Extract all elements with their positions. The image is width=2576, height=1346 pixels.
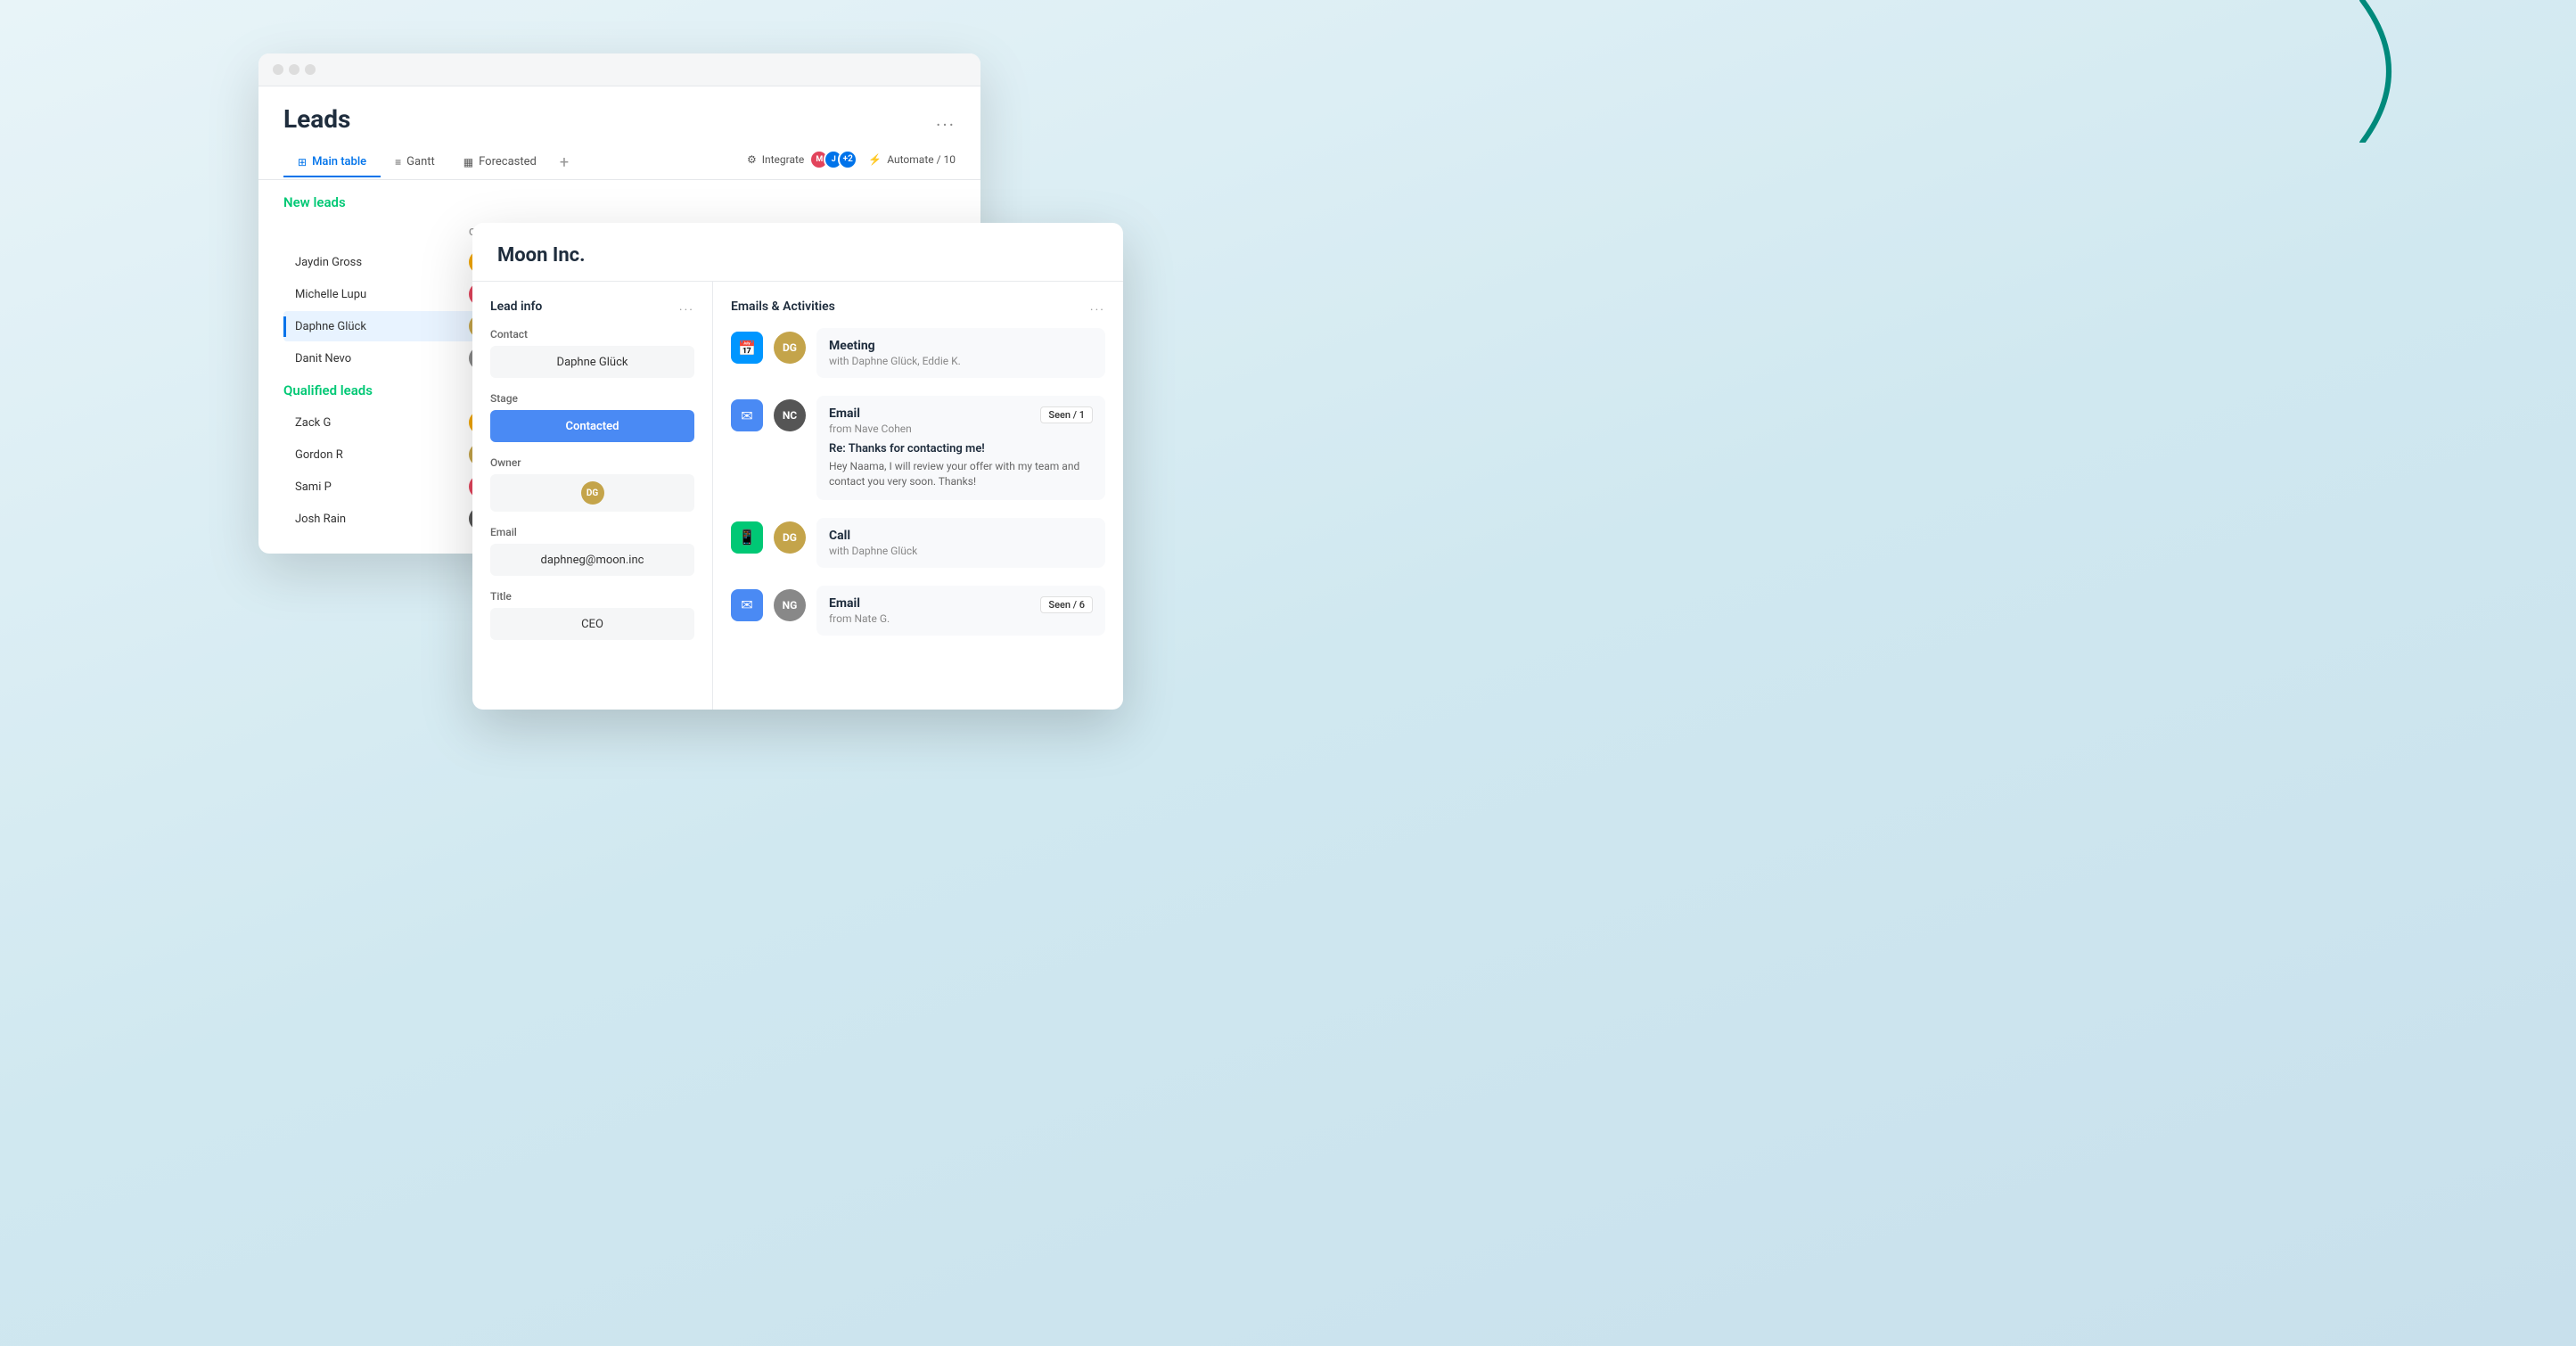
- activity-header-row: Call with Daphne Glück: [829, 529, 1093, 557]
- toolbar-right: ⚙ Integrate M J +2 ⚡ Automate / 10: [747, 150, 956, 176]
- activity-content: Call with Daphne Glück: [816, 518, 1105, 568]
- automate-label: Automate / 10: [887, 153, 956, 166]
- app-header: Leads ... ⊞ Main table ≡ Gantt ▦ Forecas…: [258, 86, 980, 180]
- integrate-icon: ⚙: [747, 153, 757, 166]
- activities-section-title: Emails & Activities: [731, 300, 835, 314]
- email-body: Re: Thanks for contacting me! Hey Naama,…: [829, 442, 1093, 489]
- activity-content: Meeting with Daphne Glück, Eddie K.: [816, 328, 1105, 378]
- row-name: Danit Nevo: [283, 349, 462, 369]
- activity-item-email-2: ✉ NG Email from Nate G. Seen / 6: [731, 586, 1105, 636]
- email-subject: Re: Thanks for contacting me!: [829, 442, 1093, 456]
- tab-forecasted[interactable]: ▦ Forecasted: [449, 148, 551, 177]
- owner-avatar: DG: [581, 481, 604, 505]
- activities-section-header: Emails & Activities ...: [731, 300, 1105, 314]
- automate-button[interactable]: ⚡ Automate / 10: [868, 153, 956, 166]
- row-name: Jaydin Gross: [283, 252, 462, 273]
- activity-item-email-1: ✉ NC Email from Nave Cohen Seen / 1 Re: …: [731, 396, 1105, 500]
- title-value[interactable]: CEO: [490, 608, 694, 640]
- activity-avatar: NG: [774, 589, 806, 621]
- user-avatars: M J +2: [815, 150, 857, 169]
- activity-type: Call: [829, 529, 917, 543]
- activity-type: Email: [829, 596, 890, 611]
- activity-avatar: DG: [774, 332, 806, 364]
- tab-forecasted-label: Forecasted: [479, 155, 537, 168]
- page-title: Leads: [283, 104, 350, 134]
- tab-add-button[interactable]: +: [551, 146, 578, 179]
- lead-info-more-button[interactable]: ...: [679, 300, 694, 314]
- row-name: Zack G: [283, 413, 462, 433]
- activity-header-row: Email from Nave Cohen Seen / 1: [829, 406, 1093, 435]
- email-value[interactable]: daphneg@moon.inc: [490, 544, 694, 576]
- tab-gantt-label: Gantt: [406, 155, 435, 168]
- activity-item-call: 📱 DG Call with Daphne Glück: [731, 518, 1105, 568]
- title-field: Title CEO: [490, 590, 694, 640]
- tab-main-table[interactable]: ⊞ Main table: [283, 148, 381, 177]
- integrate-button[interactable]: ⚙ Integrate: [747, 153, 804, 166]
- chart-icon: ▦: [464, 156, 473, 168]
- owner-field: Owner DG: [490, 456, 694, 512]
- activity-header-row: Email from Nate G. Seen / 6: [829, 596, 1093, 625]
- lead-info-section-title: Lead info: [490, 300, 542, 314]
- arc-decoration: [2237, 0, 2416, 143]
- detail-header: Moon Inc.: [472, 223, 1123, 282]
- new-leads-title: New leads: [283, 194, 956, 210]
- stage-value[interactable]: Contacted: [490, 410, 694, 442]
- stage-field: Stage Contacted: [490, 392, 694, 442]
- row-name: Michelle Lupu: [283, 284, 462, 305]
- title-label: Title: [490, 590, 694, 603]
- panel-section-header: Lead info ...: [490, 300, 694, 314]
- contact-label: Contact: [490, 328, 694, 341]
- activities-panel: Emails & Activities ... 📅 DG Meeting wit…: [713, 282, 1123, 710]
- activity-content: Email from Nave Cohen Seen / 1 Re: Thank…: [816, 396, 1105, 500]
- tab-gantt[interactable]: ≡ Gantt: [381, 148, 449, 177]
- activity-sub: with Daphne Glück, Eddie K.: [829, 355, 961, 367]
- integrate-label: Integrate: [762, 153, 805, 166]
- detail-title: Moon Inc.: [497, 244, 1098, 267]
- activity-sub: from Nave Cohen: [829, 423, 912, 435]
- contact-field: Contact Daphne Glück: [490, 328, 694, 378]
- browser-dot-1: [273, 64, 283, 75]
- detail-body: Lead info ... Contact Daphne Glück Stage…: [472, 282, 1123, 710]
- row-name: Sami P: [283, 477, 462, 497]
- email-icon: ✉: [731, 589, 763, 621]
- tabs-row: ⊞ Main table ≡ Gantt ▦ Forecasted + ⚙ In…: [283, 146, 956, 179]
- activity-sub: with Daphne Glück: [829, 545, 917, 557]
- row-name: Daphne Glück: [283, 316, 462, 337]
- seen-badge: Seen / 6: [1040, 596, 1093, 613]
- owner-value[interactable]: DG: [490, 474, 694, 512]
- col-name: [283, 223, 462, 242]
- browser-dot-2: [289, 64, 299, 75]
- activity-avatar: DG: [774, 521, 806, 554]
- stage-label: Stage: [490, 392, 694, 405]
- calendar-icon: 📅: [731, 332, 763, 364]
- more-button[interactable]: ...: [936, 109, 956, 130]
- activities-more-button[interactable]: ...: [1090, 300, 1105, 314]
- email-field: Email daphneg@moon.inc: [490, 526, 694, 576]
- browser-titlebar: [258, 53, 980, 86]
- tab-main-table-label: Main table: [312, 155, 366, 168]
- seen-badge: Seen / 1: [1040, 406, 1093, 423]
- lead-info-panel: Lead info ... Contact Daphne Glück Stage…: [472, 282, 713, 710]
- contact-value[interactable]: Daphne Glück: [490, 346, 694, 378]
- browser-dot-3: [305, 64, 316, 75]
- activity-avatar: NC: [774, 399, 806, 431]
- phone-icon: 📱: [731, 521, 763, 554]
- email-label: Email: [490, 526, 694, 538]
- gantt-icon: ≡: [395, 156, 401, 168]
- detail-panel: Moon Inc. Lead info ... Contact Daphne G…: [472, 223, 1123, 710]
- email-icon: ✉: [731, 399, 763, 431]
- email-text: Hey Naama, I will review your offer with…: [829, 459, 1093, 489]
- activity-item-meeting: 📅 DG Meeting with Daphne Glück, Eddie K.: [731, 328, 1105, 378]
- automate-icon: ⚡: [868, 153, 882, 166]
- activity-sub: from Nate G.: [829, 612, 890, 625]
- grid-icon: ⊞: [298, 156, 307, 168]
- activity-type: Email: [829, 406, 912, 421]
- activity-type: Meeting: [829, 339, 961, 353]
- owner-label: Owner: [490, 456, 694, 469]
- row-name: Gordon R: [283, 445, 462, 465]
- activity-header-row: Meeting with Daphne Glück, Eddie K.: [829, 339, 1093, 367]
- row-name: Josh Rain: [283, 509, 462, 529]
- activity-content: Email from Nate G. Seen / 6: [816, 586, 1105, 636]
- avatar-count: +2: [838, 150, 857, 169]
